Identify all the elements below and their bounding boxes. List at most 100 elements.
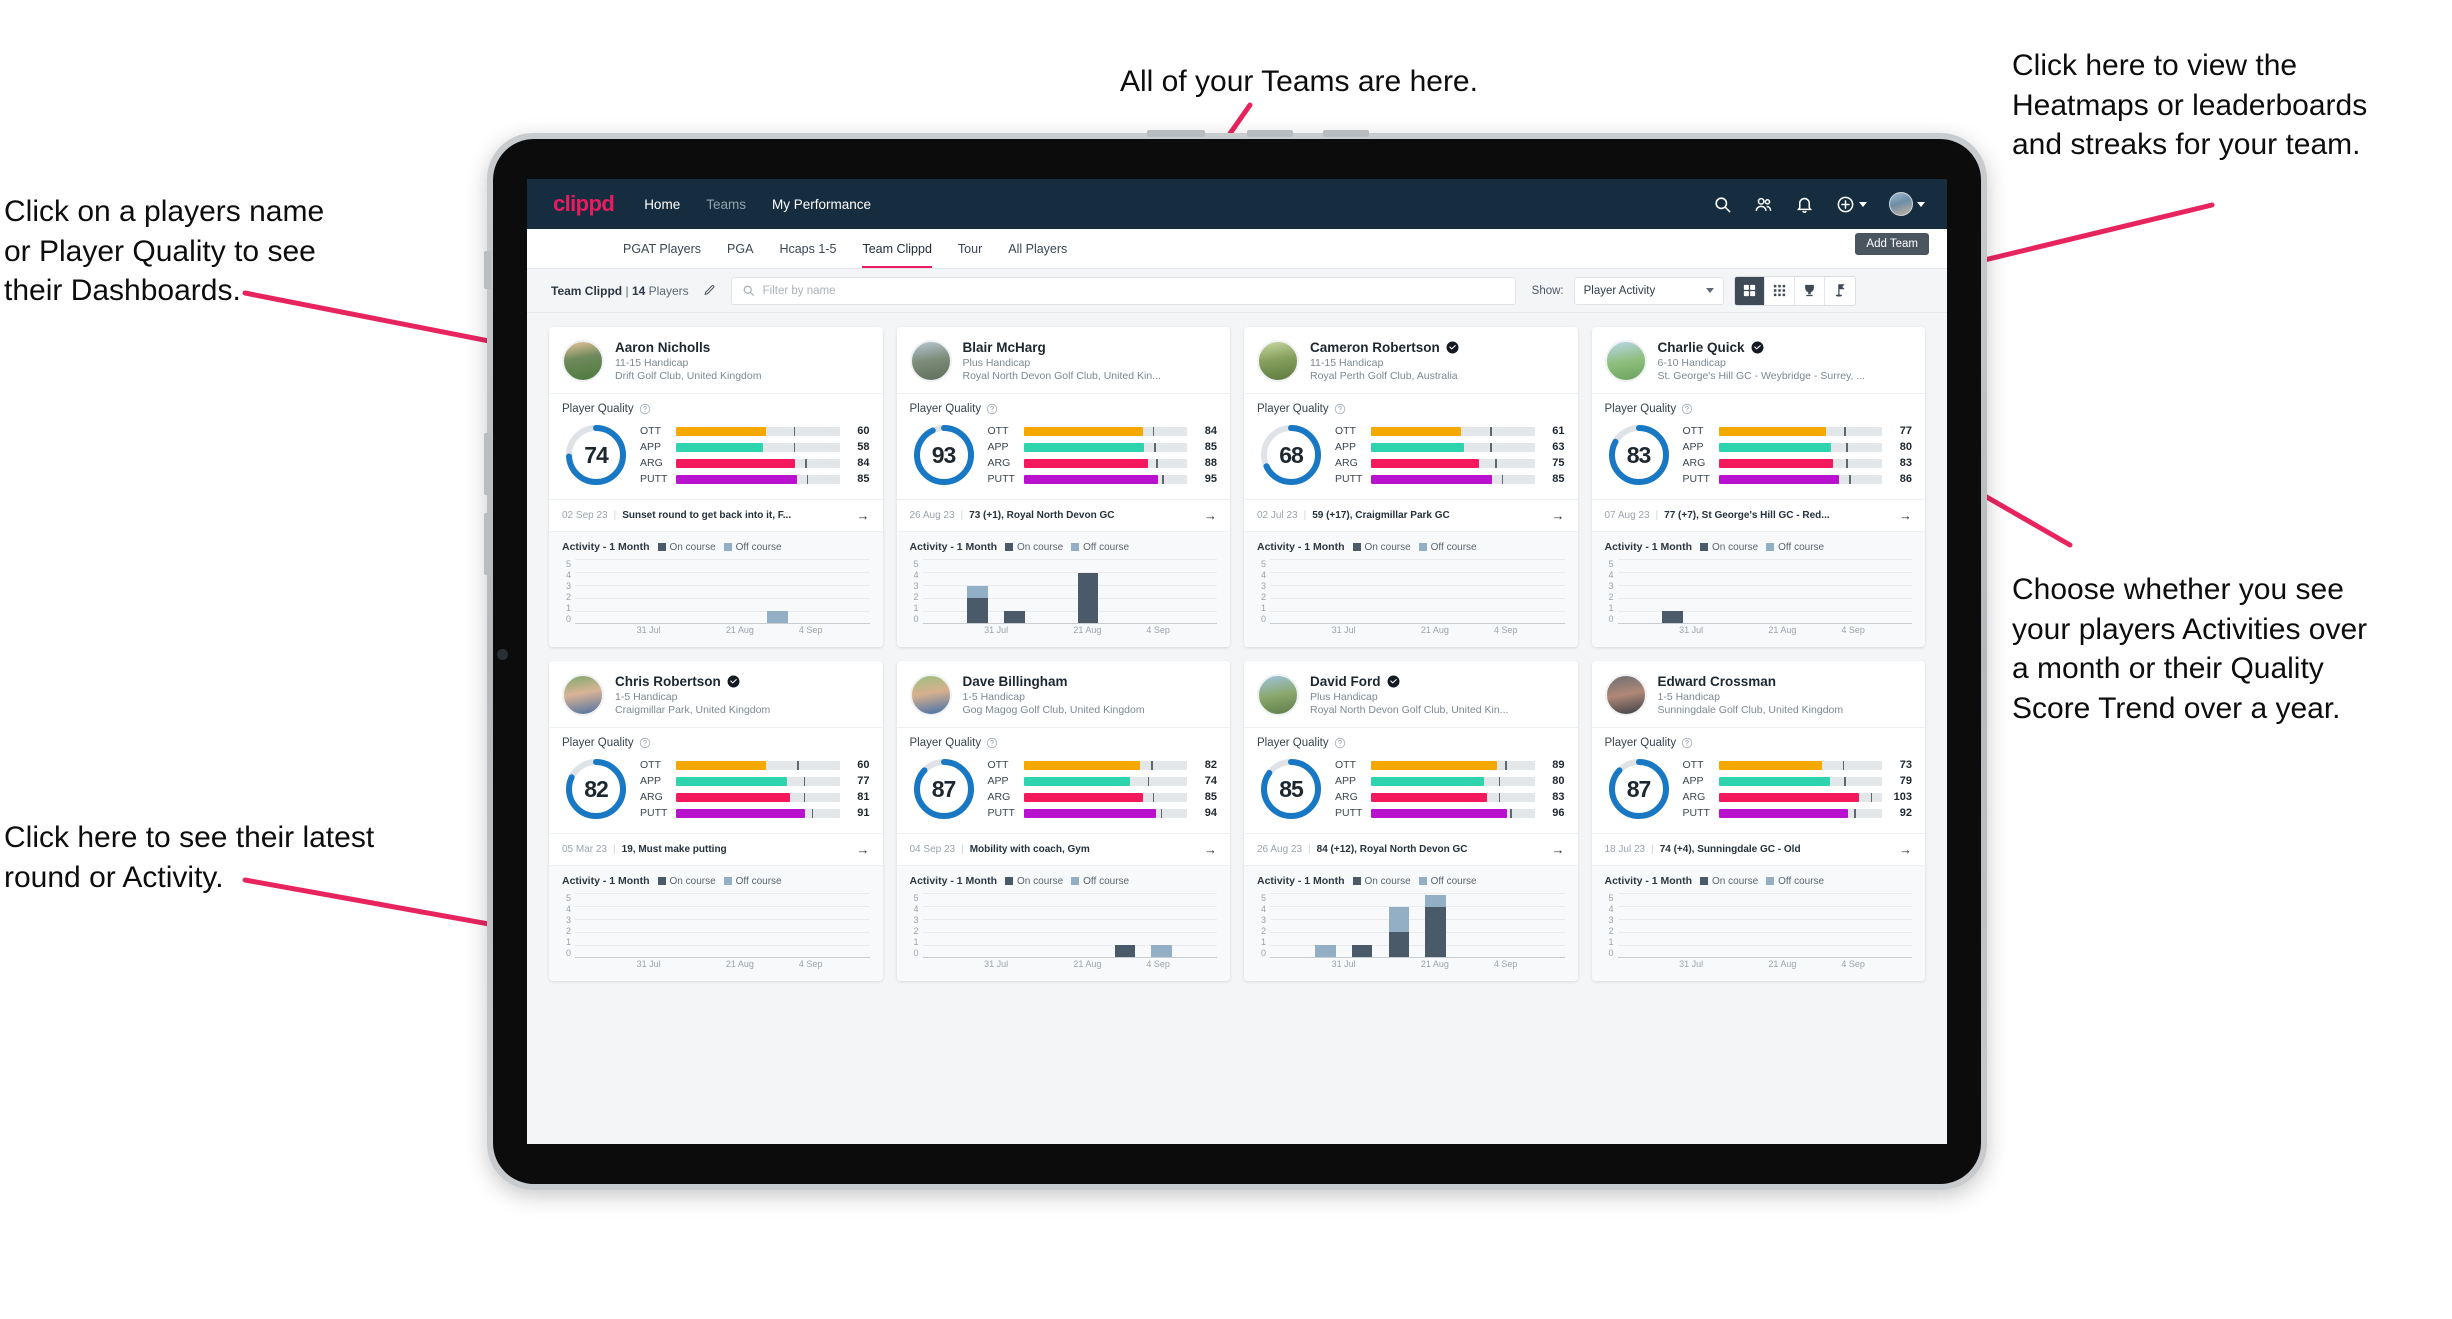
add-team-button[interactable]: Add Team [1855, 233, 1929, 255]
question-circle-icon[interactable] [1681, 403, 1693, 415]
question-circle-icon[interactable] [986, 403, 998, 415]
player-card-header[interactable]: Chris Robertson 1-5 Handicap Craigmillar… [549, 661, 883, 727]
player-quality-section[interactable]: Player Quality 87 OTT 73 APP 79 ARG 103 … [1591, 727, 1925, 833]
player-name[interactable]: David Ford [1310, 674, 1381, 689]
latest-round-row[interactable]: 02 Jul 23 | 59 (+17), Craigmillar Park G… [1244, 499, 1578, 531]
player-card[interactable]: Charlie Quick 6-10 Handicap St. George's… [1591, 327, 1926, 647]
search-input[interactable] [762, 284, 1505, 297]
player-card[interactable]: David Ford Plus Handicap Royal North Dev… [1244, 661, 1578, 981]
tab-all-players[interactable]: All Players [1008, 229, 1067, 268]
pencil-icon[interactable] [699, 280, 721, 302]
nav-link-teams[interactable]: Teams [706, 197, 746, 212]
player-name[interactable]: Aaron Nicholls [615, 340, 710, 355]
player-quality-section[interactable]: Player Quality 93 OTT 84 APP 85 ARG 88 P… [896, 393, 1230, 499]
player-card[interactable]: Chris Robertson 1-5 Handicap Craigmillar… [549, 661, 883, 981]
arrow-right-icon[interactable]: → [857, 842, 870, 857]
latest-round-row[interactable]: 02 Sep 23 | Sunset round to get back int… [549, 499, 883, 531]
player-card-header[interactable]: Aaron Nicholls 11-15 Handicap Drift Golf… [549, 327, 883, 393]
avatar[interactable] [1889, 192, 1913, 216]
player-avatar[interactable] [909, 340, 952, 382]
latest-round-row[interactable]: 05 Mar 23 | 19, Must make putting → [549, 833, 883, 865]
latest-round-row[interactable]: 18 Jul 23 | 74 (+4), Sunningdale GC - Ol… [1591, 833, 1925, 865]
player-card-header[interactable]: Charlie Quick 6-10 Handicap St. George's… [1592, 327, 1926, 393]
player-name[interactable]: Cameron Robertson [1310, 340, 1440, 355]
player-card[interactable]: Aaron Nicholls 11-15 Handicap Drift Golf… [549, 327, 883, 647]
dense-grid-view-icon[interactable] [1764, 276, 1795, 305]
player-avatar[interactable] [1604, 340, 1647, 382]
chevron-down-icon[interactable] [1705, 288, 1714, 293]
user-menu[interactable] [1889, 192, 1925, 216]
player-name-row[interactable]: Blair McHarg [963, 340, 1218, 355]
question-circle-icon[interactable] [986, 737, 998, 749]
trophy-leaderboard-icon[interactable] [1794, 276, 1825, 305]
player-quality-section[interactable]: Player Quality 74 OTT 60 APP 58 ARG 84 P… [549, 393, 883, 499]
player-avatar[interactable] [909, 674, 952, 716]
latest-round-row[interactable]: 04 Sep 23 | Mobility with coach, Gym → [896, 833, 1230, 865]
question-circle-icon[interactable] [639, 403, 651, 415]
player-name-row[interactable]: Aaron Nicholls [615, 340, 870, 355]
tab-pgat-players[interactable]: PGAT Players [623, 229, 701, 268]
player-card-header[interactable]: Cameron Robertson 11-15 Handicap Royal P… [1244, 327, 1578, 393]
player-avatar[interactable] [1604, 674, 1647, 716]
player-name-row[interactable]: Dave Billingham [963, 674, 1218, 689]
player-avatar[interactable] [562, 674, 604, 716]
player-card[interactable]: Cameron Robertson 11-15 Handicap Royal P… [1244, 327, 1578, 647]
chevron-down-icon[interactable] [1859, 201, 1867, 207]
search-icon[interactable] [1713, 195, 1732, 214]
arrow-right-icon[interactable]: → [857, 508, 870, 523]
show-select[interactable]: Player Activity [1573, 276, 1724, 305]
plus-circle-icon[interactable] [1836, 195, 1855, 214]
player-name[interactable]: Chris Robertson [615, 674, 721, 689]
latest-round-row[interactable]: 26 Aug 23 | 84 (+12), Royal North Devon … [1244, 833, 1578, 865]
nav-link-my-performance[interactable]: My Performance [772, 197, 871, 212]
player-name-row[interactable]: Cameron Robertson [1310, 340, 1565, 355]
tab-tour[interactable]: Tour [958, 229, 982, 268]
flagstick-heatmap-icon[interactable] [1824, 276, 1855, 305]
player-quality-section[interactable]: Player Quality 85 OTT 89 APP 80 ARG 83 P… [1244, 727, 1578, 833]
player-avatar[interactable] [1257, 674, 1299, 716]
tab-hcaps-1-5[interactable]: Hcaps 1-5 [779, 229, 836, 268]
player-name-row[interactable]: David Ford [1310, 674, 1565, 689]
people-icon[interactable] [1754, 195, 1773, 214]
tab-pga[interactable]: PGA [727, 229, 753, 268]
player-card-header[interactable]: Blair McHarg Plus Handicap Royal North D… [897, 327, 1231, 393]
arrow-right-icon[interactable]: → [1552, 508, 1565, 523]
player-name[interactable]: Blair McHarg [963, 340, 1046, 355]
player-avatar[interactable] [1257, 340, 1299, 382]
player-quality-section[interactable]: Player Quality 87 OTT 82 APP 74 ARG 85 P… [896, 727, 1230, 833]
clippd-logo[interactable]: clippd [553, 191, 615, 217]
search-box[interactable] [730, 276, 1516, 305]
latest-round-row[interactable]: 26 Aug 23 | 73 (+1), Royal North Devon G… [896, 499, 1230, 531]
arrow-right-icon[interactable]: → [1899, 508, 1912, 523]
player-avatar[interactable] [562, 340, 604, 382]
player-name-row[interactable]: Chris Robertson [615, 674, 870, 689]
question-circle-icon[interactable] [639, 737, 651, 749]
player-name[interactable]: Dave Billingham [963, 674, 1068, 689]
player-quality-section[interactable]: Player Quality 83 OTT 77 APP 80 ARG 83 P… [1591, 393, 1925, 499]
create-menu[interactable] [1836, 195, 1867, 214]
bell-icon[interactable] [1795, 195, 1814, 214]
player-card-header[interactable]: Edward Crossman 1-5 Handicap Sunningdale… [1592, 661, 1926, 727]
player-name-row[interactable]: Charlie Quick [1658, 340, 1913, 355]
arrow-right-icon[interactable]: → [1204, 508, 1217, 523]
player-card-header[interactable]: David Ford Plus Handicap Royal North Dev… [1244, 661, 1578, 727]
grid-view-icon[interactable] [1734, 276, 1765, 305]
nav-link-home[interactable]: Home [644, 197, 680, 212]
question-circle-icon[interactable] [1334, 737, 1346, 749]
question-circle-icon[interactable] [1334, 403, 1346, 415]
chevron-down-icon[interactable] [1917, 201, 1925, 207]
player-name[interactable]: Charlie Quick [1658, 340, 1745, 355]
player-card[interactable]: Dave Billingham 1-5 Handicap Gog Magog G… [896, 661, 1231, 981]
player-name-row[interactable]: Edward Crossman [1658, 674, 1913, 689]
player-quality-section[interactable]: Player Quality 82 OTT 60 APP 77 ARG 81 P… [549, 727, 883, 833]
latest-round-row[interactable]: 07 Aug 23 | 77 (+7), St George's Hill GC… [1591, 499, 1925, 531]
player-card[interactable]: Blair McHarg Plus Handicap Royal North D… [896, 327, 1231, 647]
arrow-right-icon[interactable]: → [1552, 842, 1565, 857]
player-card[interactable]: Edward Crossman 1-5 Handicap Sunningdale… [1591, 661, 1926, 981]
arrow-right-icon[interactable]: → [1204, 842, 1217, 857]
player-card-header[interactable]: Dave Billingham 1-5 Handicap Gog Magog G… [897, 661, 1231, 727]
tab-team-clippd[interactable]: Team Clippd [862, 229, 933, 268]
player-name[interactable]: Edward Crossman [1658, 674, 1777, 689]
question-circle-icon[interactable] [1681, 737, 1693, 749]
player-quality-section[interactable]: Player Quality 68 OTT 61 APP 63 ARG 75 P… [1244, 393, 1578, 499]
